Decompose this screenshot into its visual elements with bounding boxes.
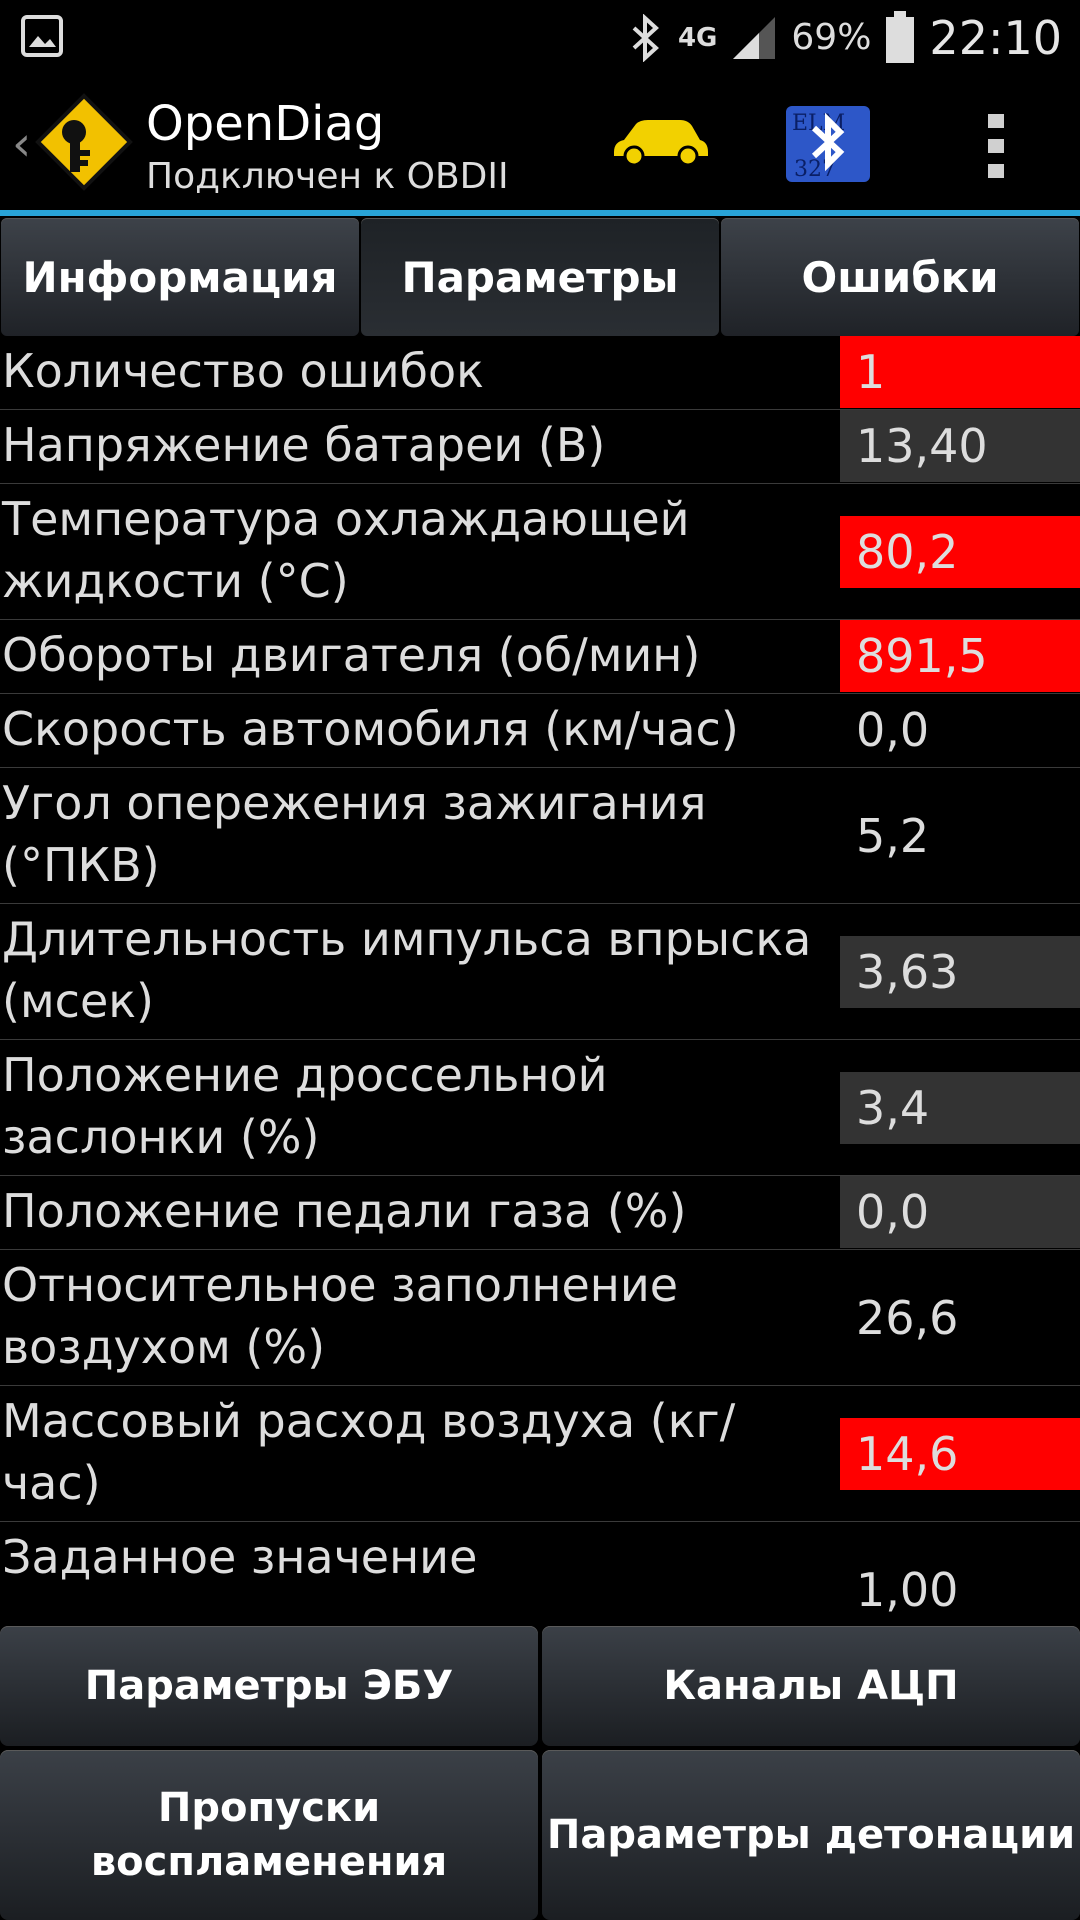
gallery-notification-icon bbox=[21, 15, 63, 57]
param-label: Массовый расход воздуха (кг/ час) bbox=[2, 1394, 736, 1510]
param-row: Скорость автомобиля (км/час) 0,0 bbox=[0, 694, 1080, 768]
param-value: 0,0 bbox=[856, 703, 930, 757]
param-label: Напряжение батареи (В) bbox=[2, 418, 606, 472]
parameters-list[interactable]: Количество ошибок 1 Напряжение батареи (… bbox=[0, 336, 1080, 1626]
tab-info[interactable]: Информация bbox=[1, 218, 359, 336]
adc-channels-button[interactable]: Каналы АЦП bbox=[542, 1626, 1080, 1746]
param-row: Угол опережения зажигания (°ПКВ) 5,2 bbox=[0, 768, 1080, 904]
overflow-menu-icon[interactable] bbox=[984, 114, 1008, 178]
param-value: 80,2 bbox=[856, 525, 959, 579]
bluetooth-elm327-icon[interactable]: ELM 327 bbox=[786, 106, 870, 182]
param-label: Длительность импульса впрыска (мсек) bbox=[2, 912, 812, 1028]
param-row: Заданное значение 1,00 bbox=[0, 1522, 1080, 1626]
bluetooth-status-icon bbox=[632, 13, 659, 62]
param-value: 0,0 bbox=[856, 1185, 930, 1239]
param-value: 1 bbox=[856, 345, 886, 399]
param-value: 1,00 bbox=[856, 1563, 959, 1617]
param-row: Напряжение батареи (В) 13,40 bbox=[0, 410, 1080, 484]
param-label: Заданное значение bbox=[2, 1530, 478, 1584]
param-row: Относительное заполнение воздухом (%) 26… bbox=[0, 1250, 1080, 1386]
network-type: 4G bbox=[677, 22, 718, 53]
tab-errors[interactable]: Ошибки bbox=[721, 218, 1079, 336]
param-row: Массовый расход воздуха (кг/ час) 14,6 bbox=[0, 1386, 1080, 1522]
param-label: Угол опережения зажигания (°ПКВ) bbox=[2, 776, 707, 892]
clock: 22:10 bbox=[929, 10, 1062, 65]
bottom-button-grid: Параметры ЭБУ Каналы АЦП Пропуски воспла… bbox=[0, 1626, 1080, 1920]
param-row: Положение дроссельной заслонки (%) 3,4 bbox=[0, 1040, 1080, 1176]
signal-icon bbox=[733, 16, 776, 59]
param-label: Положение педали газа (%) bbox=[2, 1184, 687, 1238]
param-row: Обороты двигателя (об/мин) 891,5 bbox=[0, 620, 1080, 694]
param-label: Относительное заполнение воздухом (%) bbox=[2, 1258, 679, 1374]
param-value: 5,2 bbox=[856, 809, 930, 863]
connection-status: Подключен к OBDII bbox=[146, 156, 509, 197]
param-row: Количество ошибок 1 bbox=[0, 336, 1080, 410]
param-row: Длительность импульса впрыска (мсек) 3,6… bbox=[0, 904, 1080, 1040]
ecu-parameters-button[interactable]: Параметры ЭБУ bbox=[0, 1626, 538, 1746]
param-row: Температура охлаждающей жидкости (°С) 80… bbox=[0, 484, 1080, 620]
param-label: Температура охлаждающей жидкости (°С) bbox=[2, 492, 690, 608]
param-label: Скорость автомобиля (км/час) bbox=[2, 702, 739, 756]
misfires-button[interactable]: Пропуски воспламенения bbox=[0, 1750, 538, 1920]
status-bar: 4G 69% 22:10 bbox=[0, 0, 1080, 75]
key-in-diamond-icon[interactable] bbox=[34, 92, 134, 192]
tab-bar: Информация Параметры Ошибки bbox=[0, 216, 1080, 336]
battery-icon bbox=[886, 10, 915, 63]
back-chevron-icon[interactable]: ‹ bbox=[12, 116, 31, 172]
param-label: Обороты двигателя (об/мин) bbox=[2, 628, 701, 682]
param-value: 3,63 bbox=[856, 945, 959, 999]
car-icon[interactable] bbox=[610, 114, 710, 166]
param-value: 3,4 bbox=[856, 1081, 930, 1135]
tab-parameters[interactable]: Параметры bbox=[361, 218, 719, 336]
app-title: OpenDiag bbox=[146, 96, 385, 152]
param-label: Количество ошибок bbox=[2, 344, 484, 398]
param-label: Положение дроссельной заслонки (%) bbox=[2, 1048, 608, 1164]
battery-percent: 69% bbox=[791, 17, 872, 58]
param-value: 26,6 bbox=[856, 1291, 959, 1345]
param-value: 13,40 bbox=[856, 419, 988, 473]
param-value: 14,6 bbox=[856, 1427, 959, 1481]
status-icons: 4G 69% 22:10 bbox=[628, 0, 1062, 75]
param-row: Положение педали газа (%) 0,0 bbox=[0, 1176, 1080, 1250]
knock-parameters-button[interactable]: Параметры детонации bbox=[542, 1750, 1080, 1920]
param-value: 891,5 bbox=[856, 629, 988, 683]
